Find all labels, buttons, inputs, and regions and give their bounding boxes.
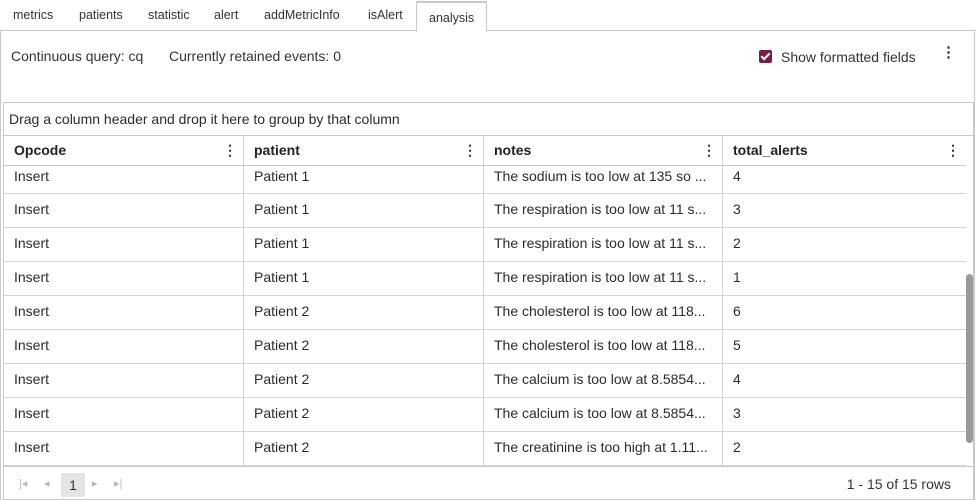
tab-patients[interactable]: patients xyxy=(79,0,123,31)
show-formatted-label: Show formatted fields xyxy=(781,48,916,65)
column-menu-icon[interactable]: ⋮ xyxy=(223,136,237,165)
tab-bar: metrics patients statistic alert addMetr… xyxy=(0,0,976,32)
column-menu-icon[interactable]: ⋮ xyxy=(946,136,960,165)
table-row[interactable]: Insert Patient 2 The cholesterol is too … xyxy=(4,296,966,330)
group-drop-zone[interactable]: Drag a column header and drop it here to… xyxy=(4,103,973,136)
column-header-total-alerts[interactable]: total_alerts ⋮ xyxy=(723,136,966,165)
cell-notes: The sodium is too low at 135 so ... xyxy=(484,166,723,193)
column-header-label: total_alerts xyxy=(733,142,808,158)
cell-total-alerts: 4 xyxy=(733,371,741,387)
cell-notes: The cholesterol is too low at 118... xyxy=(484,330,723,363)
table-row[interactable]: Insert Patient 1 The respiration is too … xyxy=(4,194,966,228)
cell-total-alerts: 1 xyxy=(733,269,741,285)
retained-events-label: Currently retained events: 0 xyxy=(169,48,341,64)
cell-patient: Patient 2 xyxy=(244,296,484,329)
cell-patient: Patient 1 xyxy=(244,262,484,295)
cell-total-alerts: 2 xyxy=(733,235,741,251)
column-header-opcode[interactable]: Opcode ⋮ xyxy=(4,136,244,165)
cell-opcode: Insert xyxy=(4,228,244,261)
cell-patient: Patient 1 xyxy=(244,228,484,261)
cell-patient: Patient 2 xyxy=(244,398,484,431)
tab-alert[interactable]: alert xyxy=(214,0,238,31)
row-count-summary: 1 - 15 of 15 rows xyxy=(846,476,951,492)
cell-notes: The respiration is too low at 11 s... xyxy=(484,228,723,261)
cell-opcode: Insert xyxy=(4,330,244,363)
column-menu-icon[interactable]: ⋮ xyxy=(702,136,716,165)
cell-patient: Patient 1 xyxy=(244,166,484,193)
column-header-label: patient xyxy=(254,142,300,158)
table-row[interactable]: Insert Patient 1 The respiration is too … xyxy=(4,228,966,262)
column-header-notes[interactable]: notes ⋮ xyxy=(484,136,723,165)
cell-patient: Patient 2 xyxy=(244,432,484,465)
first-page-icon[interactable]: |◂ xyxy=(19,477,27,490)
vertical-scrollbar[interactable] xyxy=(966,166,973,466)
cell-opcode: Insert xyxy=(4,398,244,431)
cell-patient: Patient 2 xyxy=(244,330,484,363)
cell-opcode: Insert xyxy=(4,364,244,397)
show-formatted-checkbox[interactable] xyxy=(759,50,772,63)
cell-notes: The respiration is too low at 11 s... xyxy=(484,194,723,227)
cell-total-alerts: 5 xyxy=(733,337,741,353)
grid-header: Opcode ⋮ patient ⋮ notes ⋮ total_alerts … xyxy=(4,136,966,166)
cell-opcode: Insert xyxy=(4,166,244,193)
prev-page-icon[interactable]: ◂ xyxy=(44,477,50,490)
kebab-icon[interactable]: ⋮ xyxy=(941,45,956,60)
column-header-patient[interactable]: patient ⋮ xyxy=(244,136,484,165)
cell-opcode: Insert xyxy=(4,262,244,295)
cell-notes: The calcium is too low at 8.5854... xyxy=(484,364,723,397)
tab-addmetricinfo[interactable]: addMetricInfo xyxy=(264,0,340,31)
table-row[interactable]: Insert Patient 2 The creatinine is too h… xyxy=(4,432,966,466)
column-header-label: notes xyxy=(494,142,532,158)
table-row[interactable]: Insert Patient 1 The respiration is too … xyxy=(4,262,966,296)
cell-notes: The calcium is too low at 8.5854... xyxy=(484,398,723,431)
cell-patient: Patient 1 xyxy=(244,194,484,227)
cell-notes: The creatinine is too high at 1.11... xyxy=(484,432,723,465)
cell-opcode: Insert xyxy=(4,296,244,329)
cell-total-alerts: 2 xyxy=(733,439,741,455)
scrollbar-thumb[interactable] xyxy=(966,274,973,443)
continuous-query-label: Continuous query: cq xyxy=(11,48,144,64)
tab-analysis[interactable]: analysis xyxy=(416,1,488,32)
column-menu-icon[interactable]: ⋮ xyxy=(463,136,477,165)
table-row[interactable]: Insert Patient 2 The calcium is too low … xyxy=(4,364,966,398)
table-row[interactable]: Insert Patient 2 The calcium is too low … xyxy=(4,398,966,432)
cell-total-alerts: 4 xyxy=(733,168,741,184)
cell-notes: The respiration is too low at 11 s... xyxy=(484,262,723,295)
page-number-current[interactable]: 1 xyxy=(61,473,85,497)
next-page-icon[interactable]: ▸ xyxy=(92,477,98,490)
column-header-label: Opcode xyxy=(14,142,67,158)
cell-total-alerts: 3 xyxy=(733,201,741,217)
cell-patient: Patient 2 xyxy=(244,364,484,397)
grid-body: Insert Patient 1 The sodium is too low a… xyxy=(4,166,966,466)
tab-isalert[interactable]: isAlert xyxy=(368,0,403,31)
cell-total-alerts: 3 xyxy=(733,405,741,421)
table-row[interactable]: Insert Patient 2 The cholesterol is too … xyxy=(4,330,966,364)
cell-opcode: Insert xyxy=(4,194,244,227)
cell-total-alerts: 6 xyxy=(733,303,741,319)
tab-statistic[interactable]: statistic xyxy=(148,0,190,31)
show-formatted-toggle[interactable]: Show formatted fields xyxy=(759,48,916,65)
cell-opcode: Insert xyxy=(4,432,244,465)
tab-metrics[interactable]: metrics xyxy=(13,0,53,31)
table-row[interactable]: Insert Patient 1 The sodium is too low a… xyxy=(4,166,966,194)
last-page-icon[interactable]: ▸| xyxy=(114,477,122,490)
grid-pager: |◂ ◂ 1 ▸ ▸| 1 - 15 of 15 rows xyxy=(4,466,973,499)
cell-notes: The cholesterol is too low at 118... xyxy=(484,296,723,329)
data-grid: Drag a column header and drop it here to… xyxy=(3,102,974,500)
